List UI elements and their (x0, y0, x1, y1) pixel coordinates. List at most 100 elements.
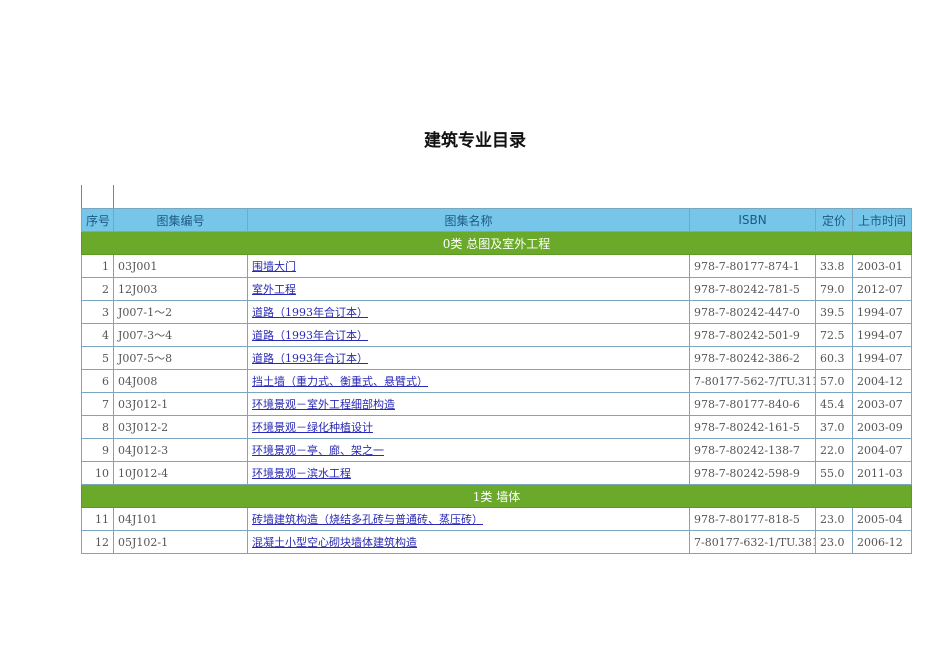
row-index: 2 (81, 277, 114, 301)
row-isbn: 978-7-80242-598-9 (689, 461, 816, 485)
table-row: 10 10J012-4 环境景观－滨水工程 978-7-80242-598-9 55.0… (81, 461, 912, 485)
row-code: J007-3～4 (113, 323, 248, 347)
row-isbn: 978-7-80242-161-5 (689, 415, 816, 439)
catalog-link[interactable]: 混凝土小型空心砌块墙体建筑构造 (252, 536, 417, 549)
table-row: 2 12J003 室外工程 978-7-80242-781-5 79.0 2012-07 (81, 277, 912, 301)
section-row: 1类 墙体 (81, 484, 912, 508)
row-price: 22.0 (815, 438, 853, 462)
row-date: 2012-07 (852, 277, 912, 301)
table-stub-line (81, 185, 82, 208)
row-isbn: 978-7-80242-447-0 (689, 300, 816, 324)
table-row: 9 04J012-3 环境景观－亭、廊、架之一 978-7-80242-138-7 22… (81, 438, 912, 462)
row-code: 05J102-1 (113, 530, 248, 554)
catalog-link[interactable]: 环境景观－滨水工程 (252, 467, 351, 480)
table-row: 8 03J012-2 环境景观－绿化种植设计 978-7-80242-161-5 37.… (81, 415, 912, 439)
row-price: 45.4 (815, 392, 853, 416)
row-price: 39.5 (815, 300, 853, 324)
row-isbn: 978-7-80242-501-9 (689, 323, 816, 347)
table-row: 12 05J102-1 混凝土小型空心砌块墙体建筑构造 7-80177-632-1/T… (81, 530, 912, 554)
catalog-link[interactable]: 道路（1993年合订本） (252, 352, 368, 365)
row-code: 04J012-3 (113, 438, 248, 462)
header-price: 定价 (815, 208, 853, 232)
row-name: 环境景观－亭、廊、架之一 (247, 438, 690, 462)
row-name: 挡土墙（重力式、衡重式、悬臂式） (247, 369, 690, 393)
header-name: 图集名称 (247, 208, 690, 232)
row-price: 72.5 (815, 323, 853, 347)
table-row: 4 J007-3～4 道路（1993年合订本） 978-7-80242-501-9 72… (81, 323, 912, 347)
catalog-link[interactable]: 围墙大门 (252, 260, 296, 273)
table-stub-line (113, 185, 114, 208)
row-isbn: 978-7-80177-840-6 (689, 392, 816, 416)
row-price: 37.0 (815, 415, 853, 439)
row-isbn: 978-7-80242-781-5 (689, 277, 816, 301)
table-row: 6 04J008 挡土墙（重力式、衡重式、悬臂式） 7-80177-562-7/TU.… (81, 369, 912, 393)
row-name: 道路（1993年合订本） (247, 346, 690, 370)
row-index: 10 (81, 461, 114, 485)
catalog-link[interactable]: 挡土墙（重力式、衡重式、悬臂式） (252, 375, 428, 388)
header-date: 上市时间 (852, 208, 912, 232)
row-code: J007-1～2 (113, 300, 248, 324)
row-date: 2003-09 (852, 415, 912, 439)
catalog-table: 序号 图集编号 图集名称 ISBN 定价 上市时间 0类 总图及室外工程 1 03J… (81, 208, 912, 554)
row-price: 33.8 (815, 254, 853, 278)
row-index: 11 (81, 507, 114, 531)
row-index: 12 (81, 530, 114, 554)
section-label: 0类 总图及室外工程 (81, 231, 912, 255)
row-code: 03J012-1 (113, 392, 248, 416)
row-isbn: 978-7-80177-874-1 (689, 254, 816, 278)
row-name: 围墙大门 (247, 254, 690, 278)
row-isbn: 978-7-80242-386-2 (689, 346, 816, 370)
row-name: 砖墙建筑构造（烧结多孔砖与普通砖、蒸压砖） (247, 507, 690, 531)
row-date: 1994-07 (852, 323, 912, 347)
header-index: 序号 (81, 208, 114, 232)
row-index: 3 (81, 300, 114, 324)
row-code: 10J012-4 (113, 461, 248, 485)
row-price: 23.0 (815, 507, 853, 531)
row-isbn: 978-7-80242-138-7 (689, 438, 816, 462)
table-row: 5 J007-5～8 道路（1993年合订本） 978-7-80242-386-2 60… (81, 346, 912, 370)
row-date: 2003-01 (852, 254, 912, 278)
row-date: 2004-12 (852, 369, 912, 393)
catalog-link[interactable]: 环境景观－绿化种植设计 (252, 421, 373, 434)
row-price: 55.0 (815, 461, 853, 485)
row-code: 04J008 (113, 369, 248, 393)
row-name: 道路（1993年合订本） (247, 323, 690, 347)
row-index: 7 (81, 392, 114, 416)
catalog-link[interactable]: 道路（1993年合订本） (252, 306, 368, 319)
row-name: 混凝土小型空心砌块墙体建筑构造 (247, 530, 690, 554)
catalog-link[interactable]: 砖墙建筑构造（烧结多孔砖与普通砖、蒸压砖） (252, 513, 483, 526)
row-price: 60.3 (815, 346, 853, 370)
header-isbn: ISBN (689, 208, 816, 232)
row-date: 1994-07 (852, 300, 912, 324)
row-isbn: 7-80177-562-7/TU.311 (689, 369, 816, 393)
row-date: 2003-07 (852, 392, 912, 416)
row-code: J007-5～8 (113, 346, 248, 370)
catalog-link[interactable]: 环境景观－亭、廊、架之一 (252, 444, 384, 457)
row-code: 03J012-2 (113, 415, 248, 439)
row-name: 室外工程 (247, 277, 690, 301)
row-date: 2011-03 (852, 461, 912, 485)
row-date: 2006-12 (852, 530, 912, 554)
row-index: 4 (81, 323, 114, 347)
catalog-link[interactable]: 室外工程 (252, 283, 296, 296)
row-price: 23.0 (815, 530, 853, 554)
row-code: 12J003 (113, 277, 248, 301)
header-code: 图集编号 (113, 208, 248, 232)
row-price: 79.0 (815, 277, 853, 301)
row-index: 5 (81, 346, 114, 370)
row-name: 环境景观－滨水工程 (247, 461, 690, 485)
row-isbn: 978-7-80177-818-5 (689, 507, 816, 531)
row-date: 1994-07 (852, 346, 912, 370)
table-row: 1 03J001 围墙大门 978-7-80177-874-1 33.8 2003-01 (81, 254, 912, 278)
row-isbn: 7-80177-632-1/TU.381 (689, 530, 816, 554)
section-label: 1类 墙体 (81, 484, 912, 508)
row-name: 环境景观－绿化种植设计 (247, 415, 690, 439)
catalog-link[interactable]: 环境景观－室外工程细部构造 (252, 398, 395, 411)
row-index: 9 (81, 438, 114, 462)
table-row: 3 J007-1～2 道路（1993年合订本） 978-7-80242-447-0 39… (81, 300, 912, 324)
table-row: 7 03J012-1 环境景观－室外工程细部构造 978-7-80177-840-6 4… (81, 392, 912, 416)
row-code: 03J001 (113, 254, 248, 278)
catalog-link[interactable]: 道路（1993年合订本） (252, 329, 368, 342)
row-index: 6 (81, 369, 114, 393)
header-row: 序号 图集编号 图集名称 ISBN 定价 上市时间 (81, 208, 912, 232)
